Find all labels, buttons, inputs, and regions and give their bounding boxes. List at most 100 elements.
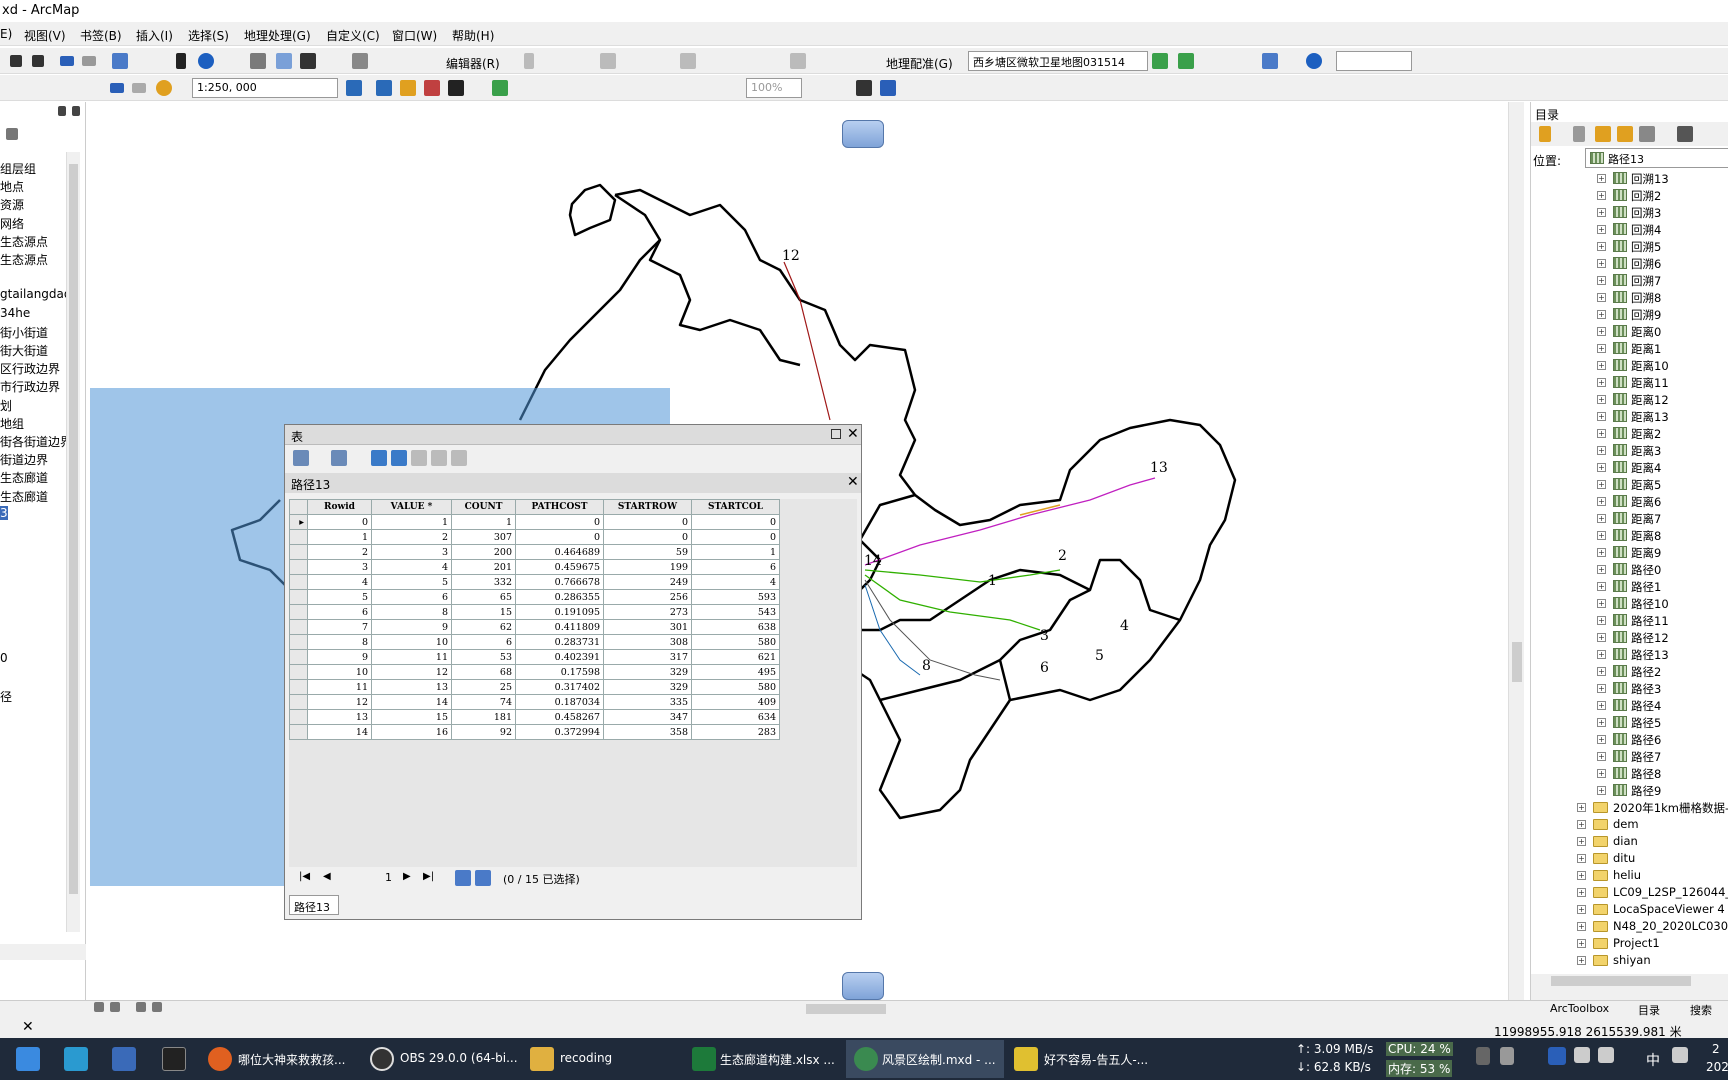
table-cell[interactable]: 74 [451,694,516,710]
catalog-folder-item[interactable]: + Project1 [1531,935,1728,952]
expand-icon[interactable]: + [1597,225,1606,234]
row-selector[interactable] [289,529,308,545]
table-cell[interactable]: 0.766678 [515,574,604,590]
layout-zoom-icon[interactable] [880,80,896,96]
table-cell[interactable]: 0.458267 [515,709,604,725]
attribute-table[interactable]: Rowid VALUE * COUNT PATHCOST STARTROW STARTCO… [289,499,780,740]
xy-icon[interactable] [352,53,368,69]
excel-icon[interactable] [692,1047,716,1071]
map-vscrollbar[interactable] [1508,102,1524,1000]
catalog-folder-item[interactable]: + N48_20_2020LC030 [1531,918,1728,935]
expand-icon[interactable]: + [1597,429,1606,438]
table-cell[interactable]: 358 [603,724,692,740]
catalog-raster-item[interactable]: + 回溯13 [1531,170,1728,187]
back-icon[interactable] [1539,126,1551,142]
settings-icon[interactable] [112,1047,136,1071]
catalog-folder-item[interactable]: + shiyan [1531,952,1728,969]
table-cell[interactable]: 495 [691,664,780,680]
catalog-raster-item[interactable]: + 路径12 [1531,629,1728,646]
catalog-raster-item[interactable]: + 路径4 [1531,697,1728,714]
table-row[interactable]: 11 13 25 0.317402 329 580 [289,679,780,695]
table-cell[interactable]: 621 [691,649,780,665]
expand-icon[interactable]: + [1577,871,1586,880]
catalog-raster-item[interactable]: + 回溯9 [1531,306,1728,323]
table-cell[interactable]: 3 [371,544,452,560]
catalog-raster-item[interactable]: + 路径0 [1531,561,1728,578]
table-cell[interactable]: 10 [307,664,372,680]
volume-icon[interactable] [1598,1047,1614,1063]
related-tables-icon[interactable] [331,450,347,466]
menu-bookmarks[interactable]: 书签(B) [80,27,122,44]
select-features-icon[interactable] [112,53,128,69]
table-row[interactable]: 9 11 53 0.402391 317 621 [289,649,780,665]
map-hscrollbar[interactable] [90,1001,1508,1017]
catalog-folder-item[interactable]: + dian [1531,833,1728,850]
data-view-icon[interactable] [94,1002,104,1012]
table-row[interactable]: 1 2 307 0 0 0 [289,529,780,545]
table-cell[interactable]: 273 [603,604,692,620]
table-cell[interactable]: 0.464689 [515,544,604,560]
expand-icon[interactable]: + [1597,718,1606,727]
table-cell[interactable]: 0 [515,514,604,530]
expand-icon[interactable]: + [1577,956,1586,965]
table-cell[interactable]: 308 [603,634,692,650]
expand-icon[interactable]: + [1597,667,1606,676]
model-builder-icon[interactable] [492,80,508,96]
catalog-folder-item[interactable]: + ditu [1531,850,1728,867]
zoom-percent-select[interactable]: 100% [746,78,802,98]
view-options-icon[interactable] [1677,126,1693,142]
toc-layer-item[interactable]: 街小街道 [0,324,48,341]
table-cell[interactable]: 12 [371,664,452,680]
catalog-raster-item[interactable]: + 路径9 [1531,782,1728,799]
folder-icon[interactable] [530,1047,554,1071]
start-icon[interactable] [16,1047,40,1071]
table-cell[interactable]: 0 [691,514,780,530]
toc-layer-item[interactable]: 街道边界 [0,451,48,468]
catalog-folder-item[interactable]: +2020年1km栅格数据- [1531,799,1728,816]
table-row[interactable]: ▸ 0 1 1 0 0 0 [289,514,780,530]
catalog-raster-item[interactable]: + 回溯8 [1531,289,1728,306]
expand-icon[interactable]: + [1597,344,1606,353]
row-selector[interactable] [289,709,308,725]
menu-edit[interactable]: E) [0,27,12,41]
catalog-raster-item[interactable]: + 路径6 [1531,731,1728,748]
table-cell[interactable]: 0.372994 [515,724,604,740]
menu-help[interactable]: 帮助(H) [452,27,494,44]
expand-icon[interactable]: + [1597,735,1606,744]
layout-toggle-icon[interactable] [856,80,872,96]
zoom-to-selected-icon[interactable] [431,450,447,466]
expand-icon[interactable]: + [1597,480,1606,489]
battery-icon[interactable] [1500,1047,1514,1065]
clear-selection-icon[interactable] [411,450,427,466]
zoom-extent-icon[interactable] [10,55,22,67]
row-selector[interactable] [289,574,308,590]
column-header[interactable]: Rowid [307,499,372,515]
show-selected-records-icon[interactable] [475,870,491,886]
table-cell[interactable]: 5 [307,589,372,605]
catalog-raster-item[interactable]: + 路径13 [1531,646,1728,663]
toc-layer-item[interactable]: 资源 [0,196,24,213]
table-bottom-tab[interactable]: 路径13 [289,895,339,915]
control-points-icon[interactable] [1178,53,1194,69]
close-icon[interactable]: ✕ [22,1019,34,1035]
table-row[interactable]: 3 4 201 0.459675 199 6 [289,559,780,575]
task-arcmap[interactable]: 风景区绘制.mxd - ... [882,1044,996,1074]
expand-icon[interactable]: + [1577,888,1586,897]
up-one-level-icon[interactable] [1595,126,1611,142]
catalog-raster-item[interactable]: + 路径2 [1531,663,1728,680]
table-row[interactable]: 7 9 62 0.411809 301 638 [289,619,780,635]
expand-icon[interactable]: + [1577,837,1586,846]
full-extent-icon[interactable] [32,55,44,67]
toc-layer-item[interactable]: 3 [0,505,8,520]
table-cell[interactable]: 329 [603,679,692,695]
shield-icon[interactable] [1548,1047,1566,1065]
menu-window[interactable]: 窗口(W) [392,27,437,44]
table-cell[interactable]: 317 [603,649,692,665]
table-cell[interactable]: 0.283731 [515,634,604,650]
catalog-folder-item[interactable]: + LC09_L2SP_126044_2 [1531,884,1728,901]
table-cell[interactable]: 62 [451,619,516,635]
epic-games-icon[interactable] [162,1047,186,1071]
home-icon[interactable] [1617,126,1633,142]
forward-arrow-icon[interactable] [82,56,96,66]
expand-icon[interactable]: + [1597,752,1606,761]
